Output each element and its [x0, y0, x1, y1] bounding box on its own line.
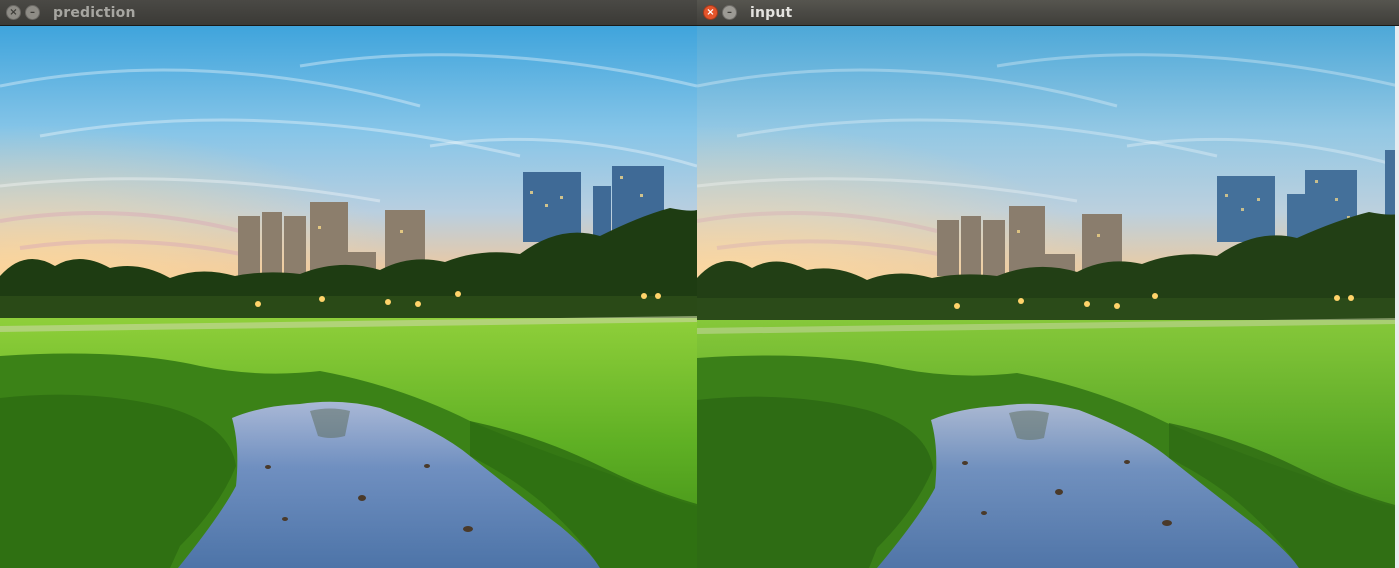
input-titlebar[interactable]: × – input — [697, 0, 1399, 26]
input-image — [697, 26, 1399, 568]
window-title: prediction — [53, 4, 136, 21]
minimize-icon[interactable]: – — [722, 5, 737, 20]
window-edge — [1395, 26, 1399, 568]
prediction-image — [0, 26, 697, 568]
minimize-icon[interactable]: – — [25, 5, 40, 20]
close-icon[interactable]: × — [6, 5, 21, 20]
input-window: × – input — [697, 0, 1399, 568]
landscape-photo — [697, 26, 1399, 568]
prediction-titlebar[interactable]: × – prediction — [0, 0, 697, 26]
landscape-photo — [0, 26, 697, 568]
window-title: input — [750, 4, 793, 21]
close-icon[interactable]: × — [703, 5, 718, 20]
prediction-window: × – prediction — [0, 0, 697, 568]
